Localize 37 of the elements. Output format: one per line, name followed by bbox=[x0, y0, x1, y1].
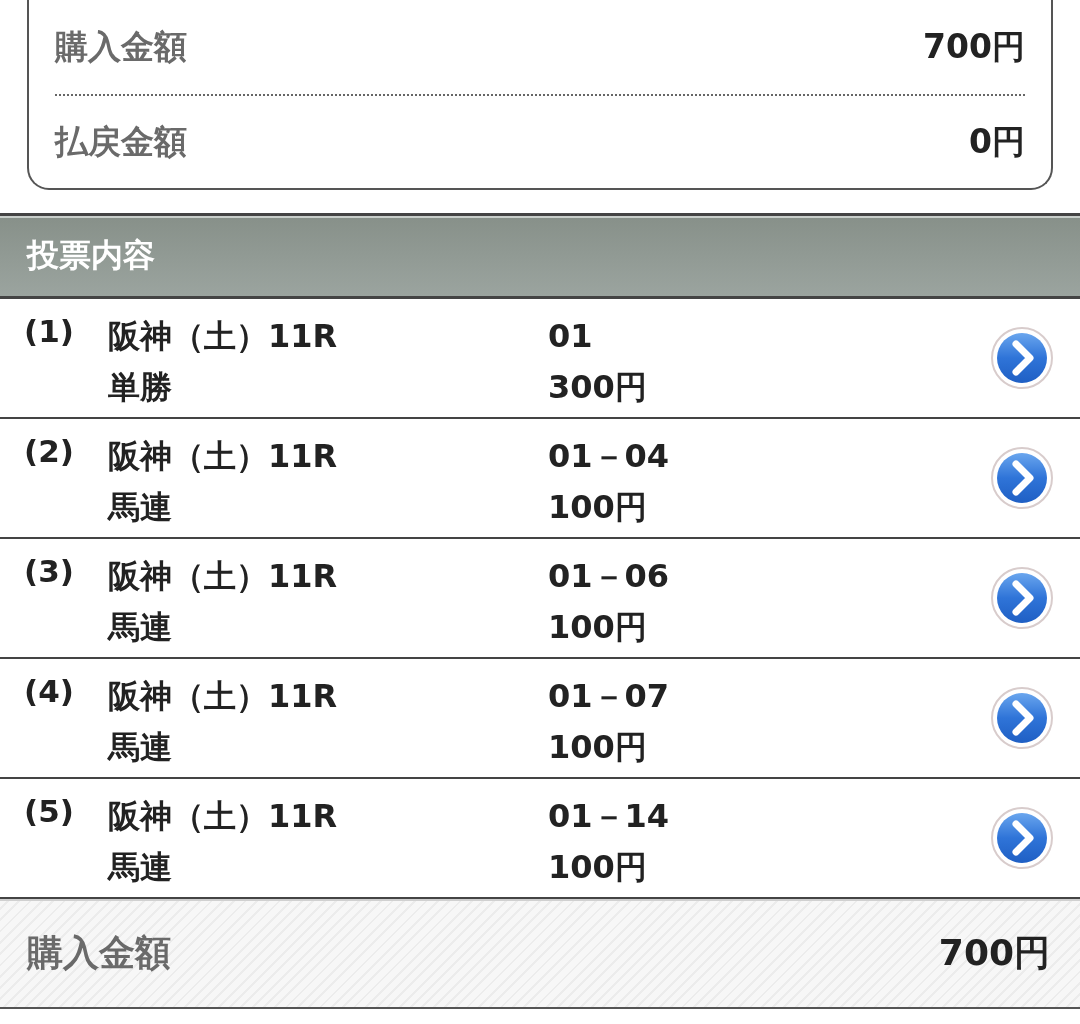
bet-type: 馬連 bbox=[108, 727, 172, 768]
summary-value: 700円 bbox=[923, 25, 1025, 68]
section-header: 投票内容 bbox=[0, 213, 1080, 299]
horse-numbers: 01－06 bbox=[548, 556, 670, 597]
race-name: 阪神（土）11R bbox=[108, 796, 338, 837]
horse-numbers: 01－04 bbox=[548, 436, 670, 477]
bet-type: 単勝 bbox=[108, 367, 172, 408]
bet-number: (4) bbox=[24, 672, 75, 711]
chevron-right-icon[interactable] bbox=[990, 326, 1054, 390]
bet-amount: 100円 bbox=[548, 847, 647, 888]
summary-label: 払戻金額 bbox=[55, 120, 187, 163]
bet-number: (3) bbox=[24, 552, 75, 591]
bet-type: 馬連 bbox=[108, 847, 172, 888]
race-name: 阪神（土）11R bbox=[108, 676, 338, 717]
bet-number: (2) bbox=[24, 432, 75, 471]
chevron-right-icon[interactable] bbox=[990, 686, 1054, 750]
total-value: 700円 bbox=[938, 930, 1050, 975]
bet-amount: 100円 bbox=[548, 607, 647, 648]
bet-type: 馬連 bbox=[108, 607, 172, 648]
bet-type: 馬連 bbox=[108, 487, 172, 528]
bet-amount: 300円 bbox=[548, 367, 647, 408]
chevron-right-icon[interactable] bbox=[990, 446, 1054, 510]
bet-number: (1) bbox=[24, 312, 75, 351]
horse-numbers: 01 bbox=[548, 316, 593, 357]
race-name: 阪神（土）11R bbox=[108, 316, 338, 357]
bet-amount: 100円 bbox=[548, 727, 647, 768]
summary-label: 購入金額 bbox=[55, 25, 187, 68]
chevron-right-icon[interactable] bbox=[990, 806, 1054, 870]
horse-numbers: 01－14 bbox=[548, 796, 670, 837]
race-name: 阪神（土）11R bbox=[108, 436, 338, 477]
bet-amount: 100円 bbox=[548, 487, 647, 528]
summary-value: 0円 bbox=[969, 120, 1025, 163]
race-name: 阪神（土）11R bbox=[108, 556, 338, 597]
bet-number: (5) bbox=[24, 792, 75, 831]
chevron-right-icon[interactable] bbox=[990, 566, 1054, 630]
total-label: 購入金額 bbox=[27, 930, 171, 975]
horse-numbers: 01－07 bbox=[548, 676, 670, 717]
